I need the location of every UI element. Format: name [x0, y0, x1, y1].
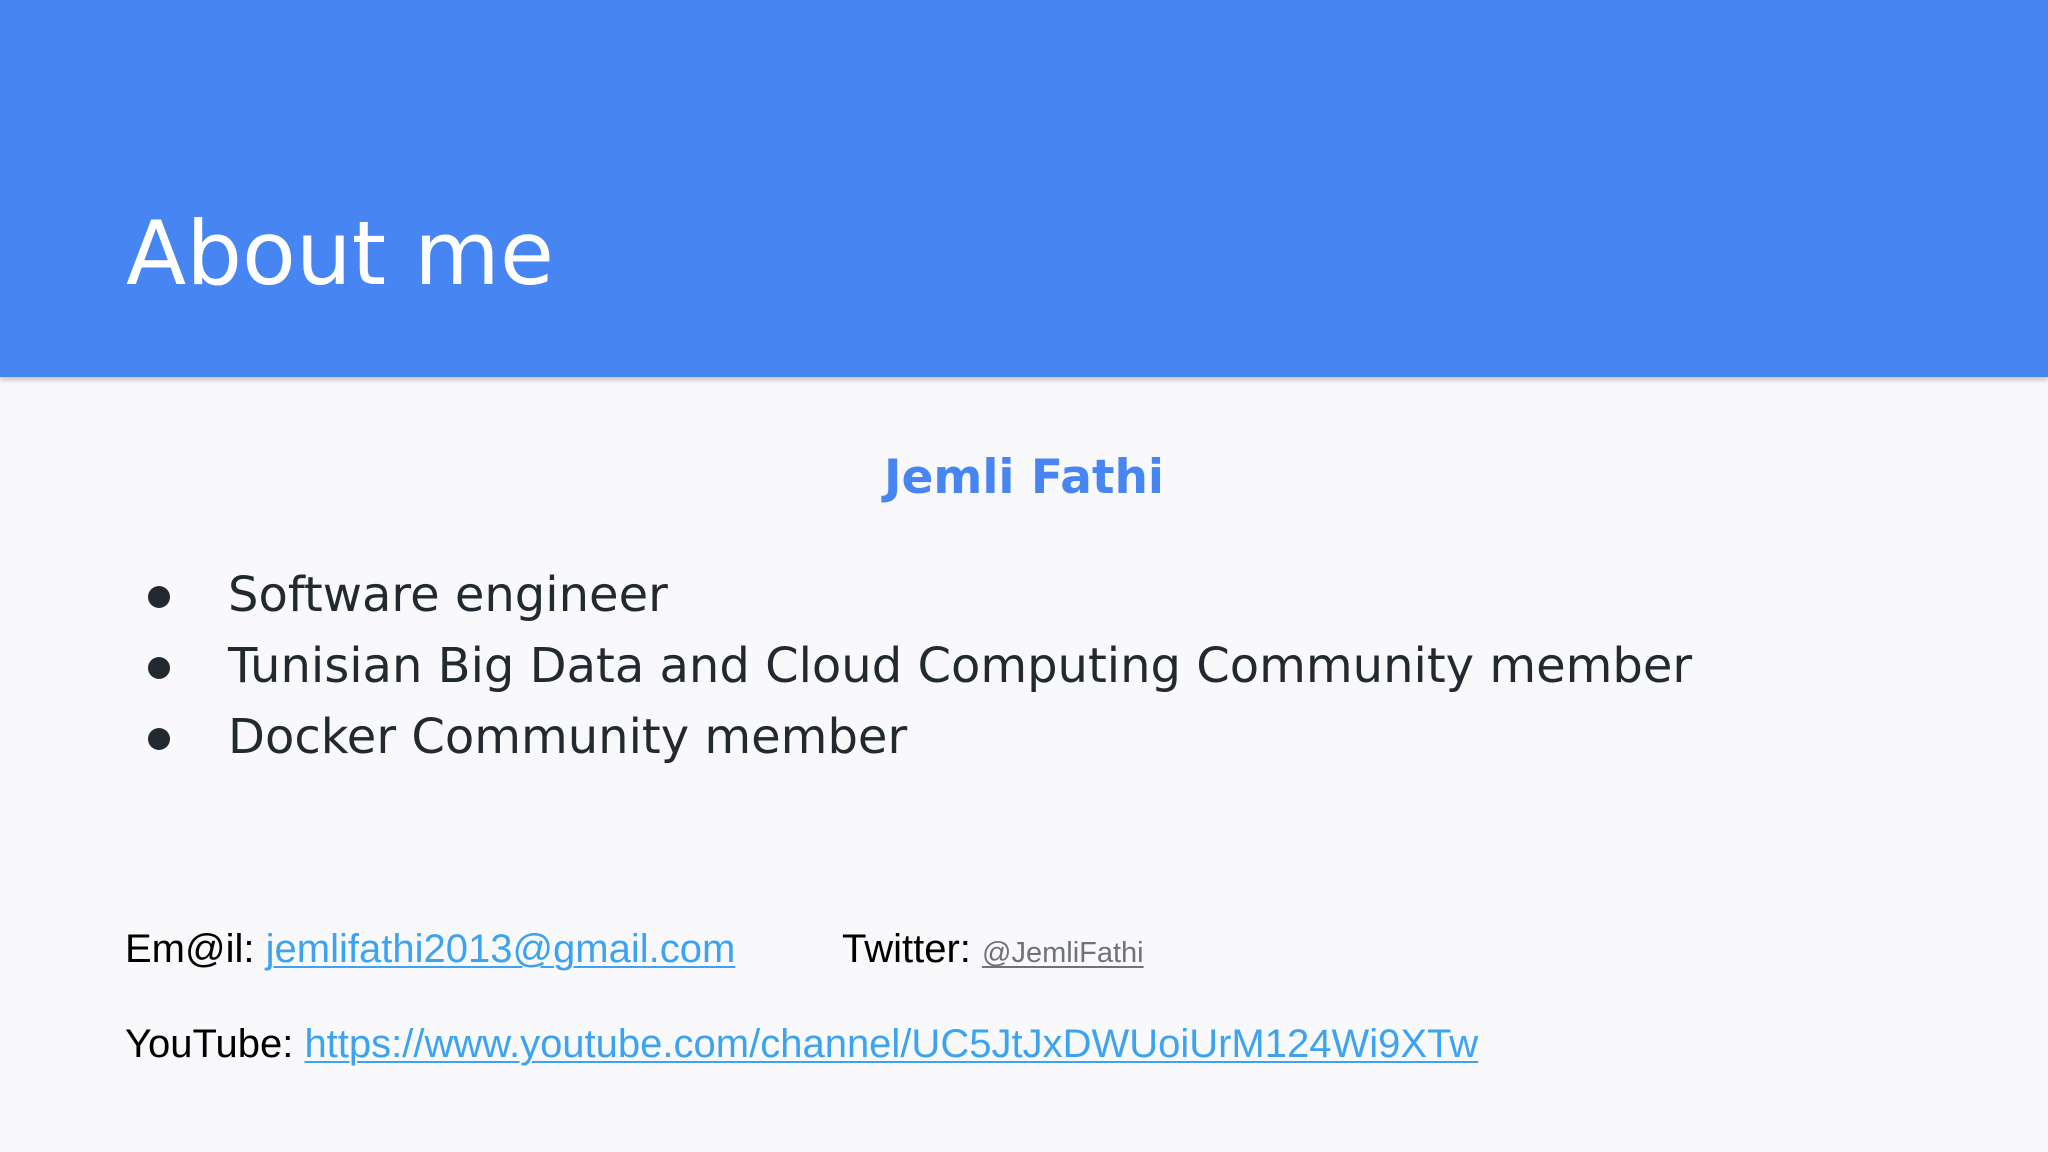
- twitter-link[interactable]: @JemliFathi: [982, 937, 1144, 969]
- bullet-text: Software engineer: [228, 567, 668, 623]
- bullet-icon: [148, 586, 170, 608]
- slide-title: About me: [126, 202, 555, 305]
- bullet-text: Tunisian Big Data and Cloud Computing Co…: [228, 638, 1693, 694]
- twitter-label: Twitter:: [842, 927, 971, 971]
- slide: About me Jemli Fathi Software engineer T…: [0, 0, 2048, 1152]
- email-link[interactable]: jemlifathi2013@gmail.com: [266, 927, 736, 971]
- youtube-link[interactable]: https://www.youtube.com/channel/UC5JtJxD…: [304, 1022, 1478, 1066]
- youtube-label: YouTube:: [125, 1022, 294, 1066]
- youtube-row: YouTube: https://www.youtube.com/channel…: [125, 1020, 1478, 1068]
- presenter-name: Jemli Fathi: [883, 450, 1165, 505]
- bullet-icon: [148, 657, 170, 679]
- bullet-icon: [148, 728, 170, 750]
- email-row: Em@il: jemlifathi2013@gmail.com: [125, 925, 735, 973]
- header-band: [0, 0, 2048, 377]
- email-label: Em@il:: [125, 927, 255, 971]
- twitter-row: Twitter: @JemliFathi: [842, 925, 1144, 973]
- bullet-text: Docker Community member: [228, 709, 908, 765]
